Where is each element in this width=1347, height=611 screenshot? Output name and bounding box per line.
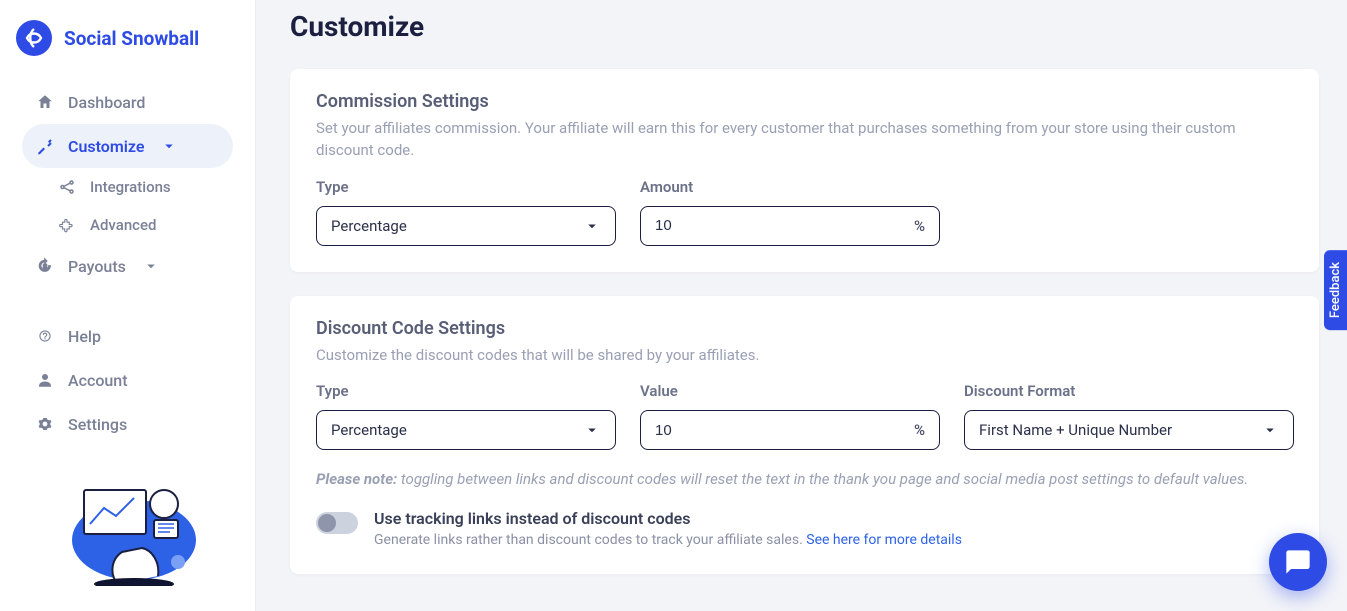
discount-settings-card: Discount Code Settings Customize the dis… xyxy=(290,296,1319,574)
sidebar-item-label: Help xyxy=(68,327,101,346)
main-content: Customize Commission Settings Set your a… xyxy=(256,0,1347,611)
sidebar-item-settings[interactable]: Settings xyxy=(22,402,233,446)
field-label: Discount Format xyxy=(964,382,1294,400)
brand-name: Social Snowball xyxy=(64,27,199,50)
note-bold: Please note: xyxy=(316,470,397,488)
commission-amount-input[interactable] xyxy=(655,217,914,234)
nav-primary: Dashboard Customize Integrations Advance… xyxy=(0,80,255,446)
sidebar-item-label: Integrations xyxy=(90,178,171,196)
sidebar-item-integrations[interactable]: Integrations xyxy=(44,168,233,206)
chevron-down-icon xyxy=(583,421,601,439)
share-icon xyxy=(58,178,76,196)
brand[interactable]: Social Snowball xyxy=(0,8,255,80)
chevron-down-icon xyxy=(160,137,178,155)
sidebar-item-label: Advanced xyxy=(90,216,156,234)
chevron-down-icon xyxy=(583,217,601,235)
input-suffix: % xyxy=(914,217,925,235)
tracking-links-toggle[interactable] xyxy=(316,512,358,534)
commission-amount-field: Amount % xyxy=(640,178,940,246)
card-description: Customize the discount codes that will b… xyxy=(316,345,1293,367)
field-label: Amount xyxy=(640,178,940,196)
home-icon xyxy=(36,93,54,111)
sidebar-item-label: Account xyxy=(68,371,128,390)
discount-value-input[interactable] xyxy=(655,422,914,439)
input-suffix: % xyxy=(914,421,925,439)
see-more-details-link[interactable]: See here for more details xyxy=(806,532,962,548)
illustration-icon xyxy=(48,466,208,586)
svg-text:$: $ xyxy=(43,263,47,270)
sidebar-item-customize[interactable]: Customize xyxy=(22,124,233,168)
commission-settings-card: Commission Settings Set your affiliates … xyxy=(290,69,1319,272)
select-value: Percentage xyxy=(331,421,407,439)
sidebar-item-label: Payouts xyxy=(68,257,126,276)
sidebar-item-account[interactable]: Account xyxy=(22,358,233,402)
gear-icon xyxy=(36,415,54,433)
sidebar: Social Snowball Dashboard Customize Inte… xyxy=(0,0,256,611)
sidebar-item-label: Settings xyxy=(68,415,127,434)
commission-type-select[interactable]: Percentage xyxy=(316,206,616,246)
card-description: Set your affiliates commission. Your aff… xyxy=(316,118,1293,162)
discount-value-input-wrap[interactable]: % xyxy=(640,410,940,450)
dollar-refresh-icon: $ xyxy=(36,257,54,275)
sidebar-item-advanced[interactable]: Advanced xyxy=(44,206,233,244)
card-title: Discount Code Settings xyxy=(316,318,1293,339)
chevron-down-icon xyxy=(142,257,160,275)
sidebar-item-label: Dashboard xyxy=(68,93,145,112)
field-label: Type xyxy=(316,178,616,196)
sidebar-item-help[interactable]: Help xyxy=(22,314,233,358)
puzzle-icon xyxy=(58,216,76,234)
toggle-sub-text: Generate links rather than discount code… xyxy=(374,532,806,548)
field-label: Type xyxy=(316,382,616,400)
select-value: Percentage xyxy=(331,217,407,235)
brand-logo-icon xyxy=(16,20,52,56)
question-icon xyxy=(36,327,54,345)
commission-amount-input-wrap[interactable]: % xyxy=(640,206,940,246)
chat-icon xyxy=(1284,548,1312,576)
discount-value-field: Value % xyxy=(640,382,940,450)
discount-format-select[interactable]: First Name + Unique Number xyxy=(964,410,1294,450)
sidebar-item-dashboard[interactable]: Dashboard xyxy=(22,80,233,124)
tools-icon xyxy=(36,137,54,155)
nav-secondary: Help Account Settings xyxy=(22,314,233,446)
commission-type-field: Type Percentage xyxy=(316,178,616,246)
select-value: First Name + Unique Number xyxy=(979,421,1172,439)
page-title: Customize xyxy=(290,10,1319,43)
sidebar-submenu-customize: Integrations Advanced xyxy=(22,168,233,244)
sidebar-item-payouts[interactable]: $ Payouts xyxy=(22,244,233,288)
sidebar-item-label: Customize xyxy=(68,137,144,156)
field-label: Value xyxy=(640,382,940,400)
chat-bubble-button[interactable] xyxy=(1269,533,1327,591)
user-icon xyxy=(36,371,54,389)
chevron-down-icon xyxy=(1261,421,1279,439)
discount-note: Please note: toggling between links and … xyxy=(316,468,1293,491)
discount-type-select[interactable]: Percentage xyxy=(316,410,616,450)
tracking-links-toggle-row: Use tracking links instead of discount c… xyxy=(316,509,1293,548)
discount-type-field: Type Percentage xyxy=(316,382,616,450)
toggle-title: Use tracking links instead of discount c… xyxy=(374,509,962,528)
note-text: toggling between links and discount code… xyxy=(397,470,1248,488)
card-title: Commission Settings xyxy=(316,91,1293,112)
feedback-tab[interactable]: Feedback xyxy=(1324,250,1347,330)
discount-format-field: Discount Format First Name + Unique Numb… xyxy=(964,382,1294,450)
toggle-subtitle: Generate links rather than discount code… xyxy=(374,532,962,548)
